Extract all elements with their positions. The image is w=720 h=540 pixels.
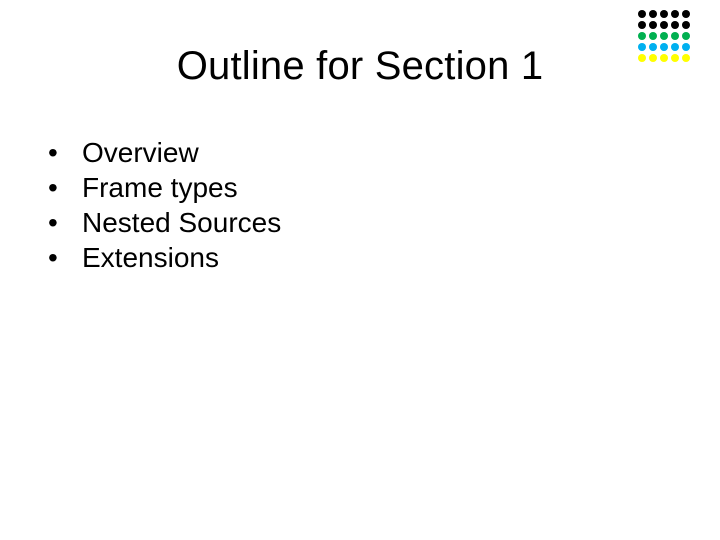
bullet-item: •Extensions: [48, 240, 281, 275]
dot-row: [638, 10, 690, 18]
bullet-label: Frame types: [82, 170, 238, 205]
bullet-list: •Overview•Frame types•Nested Sources•Ext…: [48, 135, 281, 275]
dot-icon: [660, 10, 668, 18]
bullet-dot-icon: •: [48, 205, 82, 240]
dot-row: [638, 21, 690, 29]
slide-title: Outline for Section 1: [0, 44, 720, 89]
bullet-item: •Nested Sources: [48, 205, 281, 240]
dot-icon: [660, 21, 668, 29]
dot-icon: [649, 21, 657, 29]
dot-icon: [638, 10, 646, 18]
bullet-dot-icon: •: [48, 170, 82, 205]
dot-icon: [660, 32, 668, 40]
dot-icon: [671, 32, 679, 40]
bullet-dot-icon: •: [48, 135, 82, 170]
bullet-label: Overview: [82, 135, 199, 170]
dot-icon: [682, 32, 690, 40]
dot-icon: [671, 21, 679, 29]
dot-icon: [649, 32, 657, 40]
bullet-label: Nested Sources: [82, 205, 281, 240]
dot-icon: [682, 21, 690, 29]
dot-row: [638, 32, 690, 40]
dot-icon: [682, 10, 690, 18]
dot-icon: [649, 10, 657, 18]
dot-icon: [638, 32, 646, 40]
dot-icon: [671, 10, 679, 18]
slide: Outline for Section 1 •Overview•Frame ty…: [0, 0, 720, 540]
dot-icon: [638, 21, 646, 29]
bullet-label: Extensions: [82, 240, 219, 275]
bullet-item: •Frame types: [48, 170, 281, 205]
bullet-dot-icon: •: [48, 240, 82, 275]
bullet-item: •Overview: [48, 135, 281, 170]
